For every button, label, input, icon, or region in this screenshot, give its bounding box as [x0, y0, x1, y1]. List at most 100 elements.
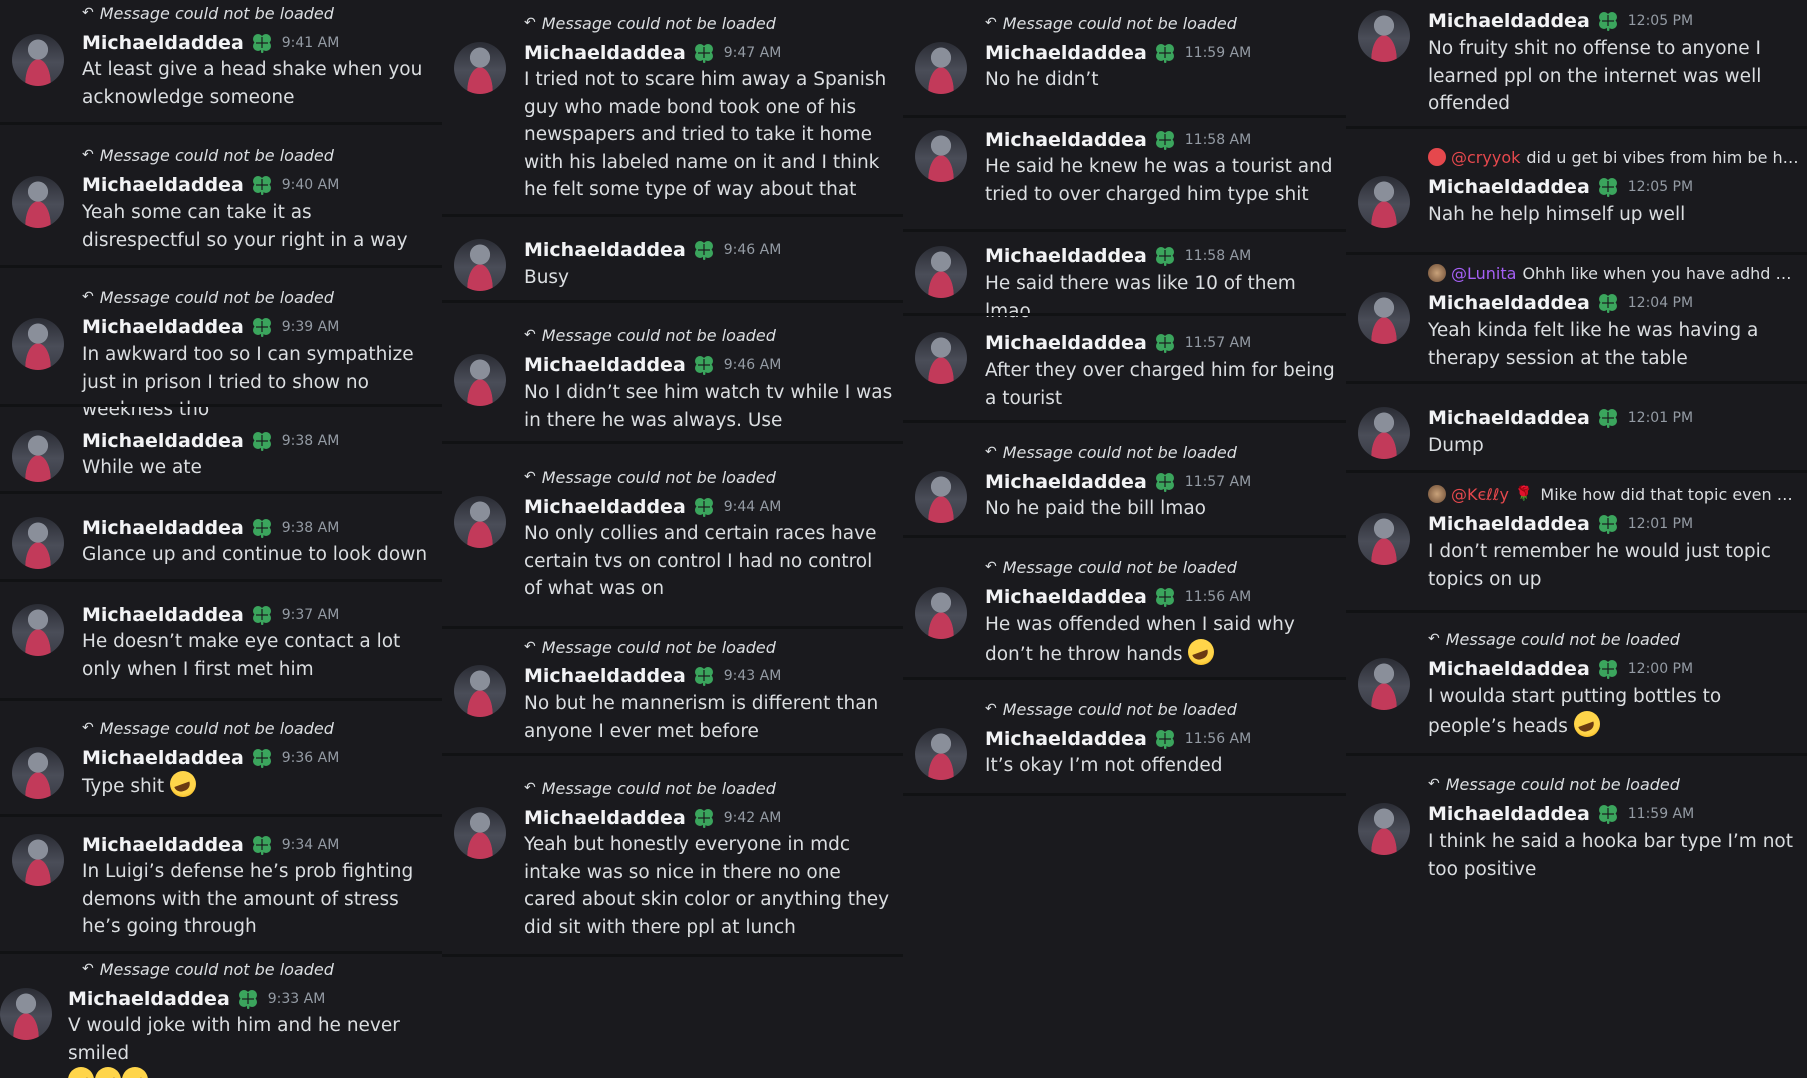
timestamp[interactable]: 9:46 AM	[724, 242, 782, 258]
username[interactable]: Michaeldaddea	[82, 517, 244, 539]
avatar[interactable]	[0, 988, 52, 1040]
timestamp[interactable]: 9:40 AM	[282, 177, 340, 193]
username[interactable]: Michaeldaddea	[985, 471, 1147, 493]
reply-reference[interactable]: ↶ Message could not be loaded	[524, 636, 897, 658]
reply-reference[interactable]: ↶ Message could not be loaded	[82, 144, 436, 166]
username[interactable]: Michaeldaddea	[82, 32, 244, 54]
username[interactable]: Michaeldaddea	[1428, 10, 1590, 32]
username[interactable]: Michaeldaddea	[82, 604, 244, 626]
username[interactable]: Michaeldaddea	[985, 586, 1147, 608]
reply-reference[interactable]: ↶ Message could not be loaded	[524, 324, 897, 346]
avatar[interactable]	[1358, 513, 1410, 565]
timestamp[interactable]: 12:05 PM	[1628, 179, 1693, 195]
reply-reference[interactable]: ↶ Message could not be loaded	[524, 12, 897, 34]
timestamp[interactable]: 9:44 AM	[724, 499, 782, 515]
timestamp[interactable]: 12:01 PM	[1628, 516, 1693, 532]
username[interactable]: Michaeldaddea	[1428, 658, 1590, 680]
reply-reference[interactable]: ↶ Message could not be loaded	[524, 777, 897, 799]
username[interactable]: Michaeldaddea	[82, 430, 244, 452]
timestamp[interactable]: 11:56 AM	[1185, 589, 1251, 605]
reply-reference[interactable]: ↶ Message could not be loaded	[82, 958, 436, 980]
username[interactable]: Michaeldaddea	[1428, 176, 1590, 198]
reply-mention[interactable]: @cryyok	[1451, 148, 1520, 167]
reply-reference[interactable]: ↶ Message could not be loaded	[524, 466, 897, 488]
reply-reference[interactable]: ↶ Message could not be loaded	[1428, 773, 1801, 795]
timestamp[interactable]: 11:59 AM	[1628, 806, 1694, 822]
avatar[interactable]	[1358, 176, 1410, 228]
username[interactable]: Michaeldaddea	[985, 129, 1147, 151]
avatar[interactable]	[1358, 407, 1410, 459]
avatar[interactable]	[12, 176, 64, 228]
avatar[interactable]	[915, 728, 967, 780]
reply-reference[interactable]: ↶ Message could not be loaded	[82, 2, 436, 24]
timestamp[interactable]: 9:43 AM	[724, 668, 782, 684]
username[interactable]: Michaeldaddea	[985, 728, 1147, 750]
timestamp[interactable]: 9:39 AM	[282, 319, 340, 335]
username[interactable]: Michaeldaddea	[82, 316, 244, 338]
timestamp[interactable]: 9:34 AM	[282, 837, 340, 853]
reply-mention[interactable]: @Lunita	[1451, 264, 1516, 283]
timestamp[interactable]: 12:00 PM	[1628, 661, 1693, 677]
username[interactable]: Michaeldaddea	[524, 665, 686, 687]
timestamp[interactable]: 9:36 AM	[282, 750, 340, 766]
timestamp[interactable]: 9:42 AM	[724, 810, 782, 826]
timestamp[interactable]: 9:37 AM	[282, 607, 340, 623]
avatar[interactable]	[1358, 803, 1410, 855]
reply-mention[interactable]: @Kєℓℓу	[1451, 485, 1509, 504]
avatar[interactable]	[12, 430, 64, 482]
avatar[interactable]	[12, 34, 64, 86]
reply-reference[interactable]: ↶ Message could not be loaded	[985, 12, 1340, 34]
reply-reference[interactable]: ↶ Message could not be loaded	[985, 556, 1340, 578]
avatar[interactable]	[915, 471, 967, 523]
reply-reference[interactable]: ↶ Message could not be loaded	[985, 698, 1340, 720]
username[interactable]: Michaeldaddea	[985, 332, 1147, 354]
avatar[interactable]	[454, 354, 506, 406]
avatar[interactable]	[12, 747, 64, 799]
avatar[interactable]	[454, 807, 506, 859]
timestamp[interactable]: 9:38 AM	[282, 520, 340, 536]
reply-reference[interactable]: @Kєℓℓу 🌹 Mike how did that topic even co..…	[1428, 483, 1801, 505]
avatar[interactable]	[915, 587, 967, 639]
timestamp[interactable]: 9:41 AM	[282, 35, 340, 51]
timestamp[interactable]: 12:05 PM	[1628, 13, 1693, 29]
username[interactable]: Michaeldaddea	[1428, 292, 1590, 314]
timestamp[interactable]: 11:56 AM	[1185, 731, 1251, 747]
timestamp[interactable]: 12:01 PM	[1628, 410, 1693, 426]
timestamp[interactable]: 9:38 AM	[282, 433, 340, 449]
avatar[interactable]	[12, 318, 64, 370]
username[interactable]: Michaeldaddea	[82, 174, 244, 196]
timestamp[interactable]: 11:59 AM	[1185, 45, 1251, 61]
avatar[interactable]	[12, 834, 64, 886]
timestamp[interactable]: 11:57 AM	[1185, 474, 1251, 490]
avatar[interactable]	[1358, 10, 1410, 62]
avatar[interactable]	[1358, 658, 1410, 710]
username[interactable]: Michaeldaddea	[524, 807, 686, 829]
avatar[interactable]	[915, 332, 967, 384]
username[interactable]: Michaeldaddea	[1428, 803, 1590, 825]
username[interactable]: Michaeldaddea	[82, 747, 244, 769]
timestamp[interactable]: 9:46 AM	[724, 357, 782, 373]
timestamp[interactable]: 12:04 PM	[1628, 295, 1693, 311]
avatar[interactable]	[454, 665, 506, 717]
avatar[interactable]	[12, 604, 64, 656]
avatar[interactable]	[454, 239, 506, 291]
avatar[interactable]	[454, 42, 506, 94]
username[interactable]: Michaeldaddea	[985, 42, 1147, 64]
username[interactable]: Michaeldaddea	[1428, 407, 1590, 429]
username[interactable]: Michaeldaddea	[524, 496, 686, 518]
username[interactable]: Michaeldaddea	[1428, 513, 1590, 535]
avatar[interactable]	[12, 517, 64, 569]
avatar[interactable]	[454, 496, 506, 548]
avatar[interactable]	[915, 130, 967, 182]
timestamp[interactable]: 11:58 AM	[1185, 248, 1251, 264]
reply-reference[interactable]: ↶ Message could not be loaded	[82, 286, 436, 308]
username[interactable]: Michaeldaddea	[82, 834, 244, 856]
avatar[interactable]	[915, 42, 967, 94]
reply-reference[interactable]: @cryyok did u get bi vibes from him be ho…	[1428, 146, 1801, 168]
reply-reference[interactable]: ↶ Message could not be loaded	[1428, 628, 1801, 650]
username[interactable]: Michaeldaddea	[524, 42, 686, 64]
username[interactable]: Michaeldaddea	[524, 239, 686, 261]
username[interactable]: Michaeldaddea	[68, 988, 230, 1010]
timestamp[interactable]: 9:47 AM	[724, 45, 782, 61]
username[interactable]: Michaeldaddea	[524, 354, 686, 376]
